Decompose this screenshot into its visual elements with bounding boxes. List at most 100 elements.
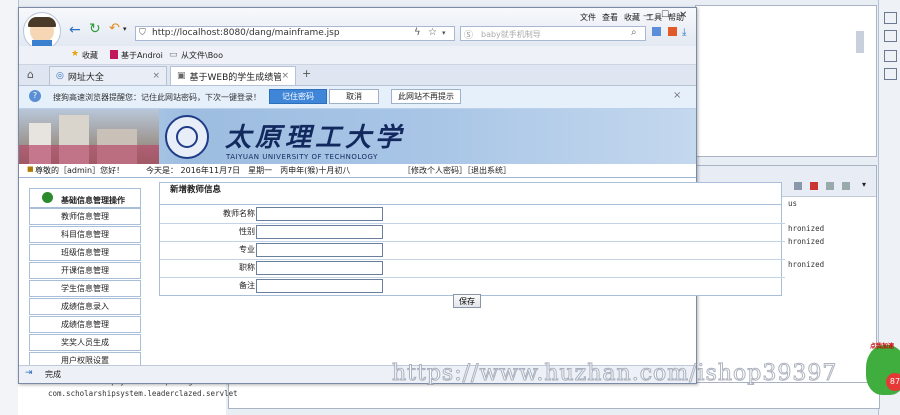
download-icon[interactable]: ⤓ — [682, 27, 686, 38]
close-tab-icon[interactable]: × — [152, 71, 160, 81]
chevron-down-icon[interactable]: ▾ — [123, 25, 127, 33]
form-row: 性别 — [160, 223, 785, 242]
gender-input[interactable] — [256, 225, 383, 239]
tab-nav[interactable]: ◎ 网址大全 × — [49, 66, 167, 85]
undo-icon[interactable]: ↶ — [109, 21, 120, 36]
ide-view-icon[interactable] — [884, 68, 897, 80]
star-icon: ★ — [71, 49, 80, 59]
ide-toolbar-icon[interactable] — [794, 182, 802, 190]
stop-icon[interactable] — [810, 182, 818, 190]
status-text: 完成 — [45, 370, 61, 379]
password-message: 搜狗高速浏览器提醒您：记住此网站密码，下次一键登录！ — [53, 93, 261, 102]
search-input[interactable]: Ⓢ baby就手机制导 ⌕ — [460, 26, 646, 41]
search-placeholder: baby就手机制导 — [481, 30, 541, 39]
browser-window: ← ↻ ↶ ▾ ⛉ http://localhost:8080/dang/mai… — [18, 7, 785, 384]
field-label: 专业 — [239, 245, 255, 254]
bullet-icon: ■ — [27, 165, 34, 173]
sidebar-item-awards[interactable]: 奖奖人员生成 — [29, 334, 141, 351]
ide-console-line: hronized — [788, 224, 825, 233]
ide-view-icon[interactable] — [884, 30, 897, 42]
user-info-bar: ■ 尊敬的［admin］您好！ 今天是： 2016年11月7日 星期一 丙申年(… — [19, 164, 696, 178]
chevron-down-icon[interactable]: ▾ — [862, 180, 866, 189]
menu-item-favorites[interactable]: 收藏 — [624, 13, 640, 22]
save-button[interactable]: 保存 — [453, 294, 481, 308]
form-title: 新增教师信息 — [170, 185, 222, 195]
page-banner: 太原理工大学 TAIYUAN UNIVERSITY OF TECHNOLOGY — [19, 109, 696, 164]
speedup-label: 点我加速 — [870, 343, 895, 350]
bookmark-folder[interactable]: 从文件\Boo — [181, 50, 223, 61]
teacher-name-input[interactable] — [256, 207, 383, 221]
form-row: 专业 — [160, 241, 785, 260]
sidebar-item-score-manage[interactable]: 成绩信息管理 — [29, 316, 141, 333]
ide-toolbar-icon[interactable] — [826, 182, 834, 190]
sidebar-item-subject[interactable]: 科目信息管理 — [29, 226, 141, 243]
menu-item-view[interactable]: 查看 — [602, 13, 618, 22]
refresh-icon[interactable]: ↻ — [89, 21, 101, 37]
new-tab-icon[interactable]: + — [302, 67, 311, 80]
key-icon: ? — [29, 90, 41, 102]
tree-item[interactable]: com.scholarshipsystem.leaderclazed.servl… — [48, 389, 238, 398]
remember-password-button[interactable]: 记住密码 — [269, 89, 327, 104]
sidebar-item-course[interactable]: 开课信息管理 — [29, 262, 141, 279]
title-input[interactable] — [256, 261, 383, 275]
form-row: 备注 — [160, 277, 785, 295]
field-label: 性别 — [239, 227, 255, 236]
close-tab-icon[interactable]: × — [281, 71, 289, 81]
url-text[interactable]: http://localhost:8080/dang/mainframe.jsp — [152, 28, 340, 38]
back-icon[interactable]: ← — [69, 22, 81, 38]
form-row: 教师名称 — [160, 205, 785, 224]
field-label: 教师名称 — [223, 209, 255, 218]
ide-view-icon[interactable] — [884, 50, 897, 62]
info-icon — [42, 192, 53, 203]
maximize-icon[interactable]: ☐ — [661, 10, 669, 20]
tab-strip: ⌂ ◎ 网址大全 × ▣ 基于WEB的学生成绩管理 × + — [19, 65, 696, 86]
toolbar-extension-icon[interactable] — [652, 27, 661, 36]
toolbar-extension-icon[interactable] — [668, 27, 677, 36]
minimize-icon[interactable]: — — [643, 11, 652, 21]
cancel-button[interactable]: 取消 — [329, 89, 379, 104]
sidebar-title: 基础信息管理操作 — [61, 196, 125, 205]
account-links[interactable]: ［修改个人密码］［退出系统］ — [403, 165, 511, 176]
bookmark-favorites[interactable]: 收藏 — [82, 50, 98, 61]
form-row: 职称 — [160, 259, 785, 278]
tab-label: 网址大全 — [67, 72, 104, 83]
ide-console-line: hronized — [788, 237, 825, 246]
form-header: 新增教师信息 — [159, 182, 782, 204]
lightning-icon[interactable]: ϟ — [414, 27, 421, 38]
tab-active[interactable]: ▣ 基于WEB的学生成绩管理 × — [170, 66, 296, 85]
search-icon[interactable]: ⌕ — [631, 27, 637, 38]
remark-input[interactable] — [256, 279, 383, 293]
sidebar-item-student[interactable]: 学生信息管理 — [29, 280, 141, 297]
menu-item-file[interactable]: 文件 — [580, 13, 596, 22]
bookmark-icon — [110, 50, 118, 59]
sidebar-item-score-entry[interactable]: 成绩信息录入 — [29, 298, 141, 315]
never-remember-button[interactable]: 此网站不再提示 — [391, 89, 461, 104]
ide-editor-panel — [695, 5, 877, 157]
globe-icon: ◎ — [56, 71, 64, 81]
ide-column-label: us — [788, 199, 798, 208]
star-icon[interactable]: ☆ — [428, 27, 437, 38]
page-icon: ▣ — [177, 71, 186, 81]
ide-scrollbar[interactable] — [856, 31, 864, 53]
sidebar-item-class[interactable]: 班级信息管理 — [29, 244, 141, 261]
ide-left-gutter — [0, 0, 19, 415]
ide-toolbar-icon[interactable] — [842, 182, 850, 190]
chevron-down-icon[interactable]: ▾ — [442, 29, 446, 37]
close-icon[interactable]: × — [673, 90, 681, 101]
password-prompt-bar: ? 搜狗高速浏览器提醒您：记住此网站密码，下次一键登录！ 记住密码 取消 此网站… — [19, 86, 696, 109]
speedup-widget[interactable]: 点我加速 87 — [866, 343, 900, 395]
close-icon[interactable]: ✕ — [679, 10, 687, 21]
sidebar-toggle-icon[interactable]: ⇥ — [25, 368, 33, 378]
sidebar-item-teacher[interactable]: 教师信息管理 — [29, 208, 141, 225]
field-label: 备注 — [239, 281, 255, 290]
bookmarks-bar: ★ 收藏 基于Androi ▭ 从文件\Boo — [19, 46, 696, 65]
university-seal — [165, 115, 209, 159]
ide-view-icon[interactable] — [884, 12, 897, 24]
avatar[interactable] — [23, 12, 61, 50]
major-input[interactable] — [256, 243, 383, 257]
browser-toolbar: ← ↻ ↶ ▾ ⛉ http://localhost:8080/dang/mai… — [19, 8, 696, 50]
sidebar-header: 基础信息管理操作 — [29, 188, 141, 208]
bookmark-androi[interactable]: 基于Androi — [121, 50, 163, 61]
home-icon[interactable]: ⌂ — [27, 68, 34, 81]
address-bar[interactable]: ⛉ http://localhost:8080/dang/mainframe.j… — [135, 26, 455, 41]
